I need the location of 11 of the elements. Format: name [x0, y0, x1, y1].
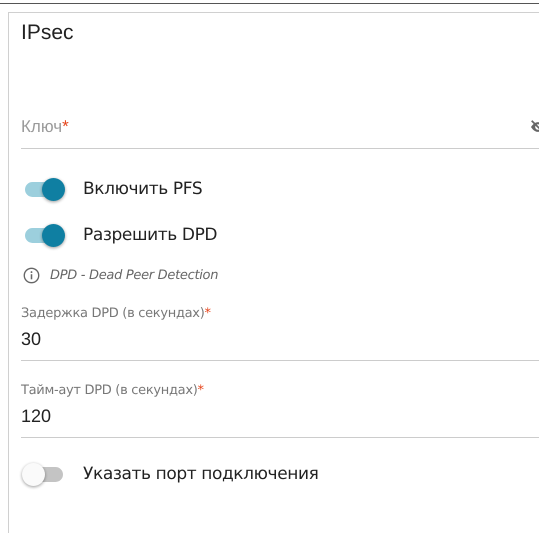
field-label: Задержка DPD (в секундах)*	[21, 306, 212, 321]
switch-label: Включить PFS	[83, 179, 202, 199]
number-field[interactable]: 30	[21, 321, 539, 361]
section-title: IPsec	[21, 21, 75, 45]
key-field[interactable]: Ключ*	[21, 105, 539, 149]
switch-label: Разрешить DPD	[83, 225, 218, 245]
field-label: Тайм-аут DPD (в секундах)*	[21, 383, 205, 398]
number-field[interactable]: 120	[21, 398, 539, 438]
switch-label: Указать порт подключения	[83, 464, 318, 484]
info-icon	[23, 267, 40, 284]
hint-text: DPD - Dead Peer Detection	[50, 268, 218, 283]
